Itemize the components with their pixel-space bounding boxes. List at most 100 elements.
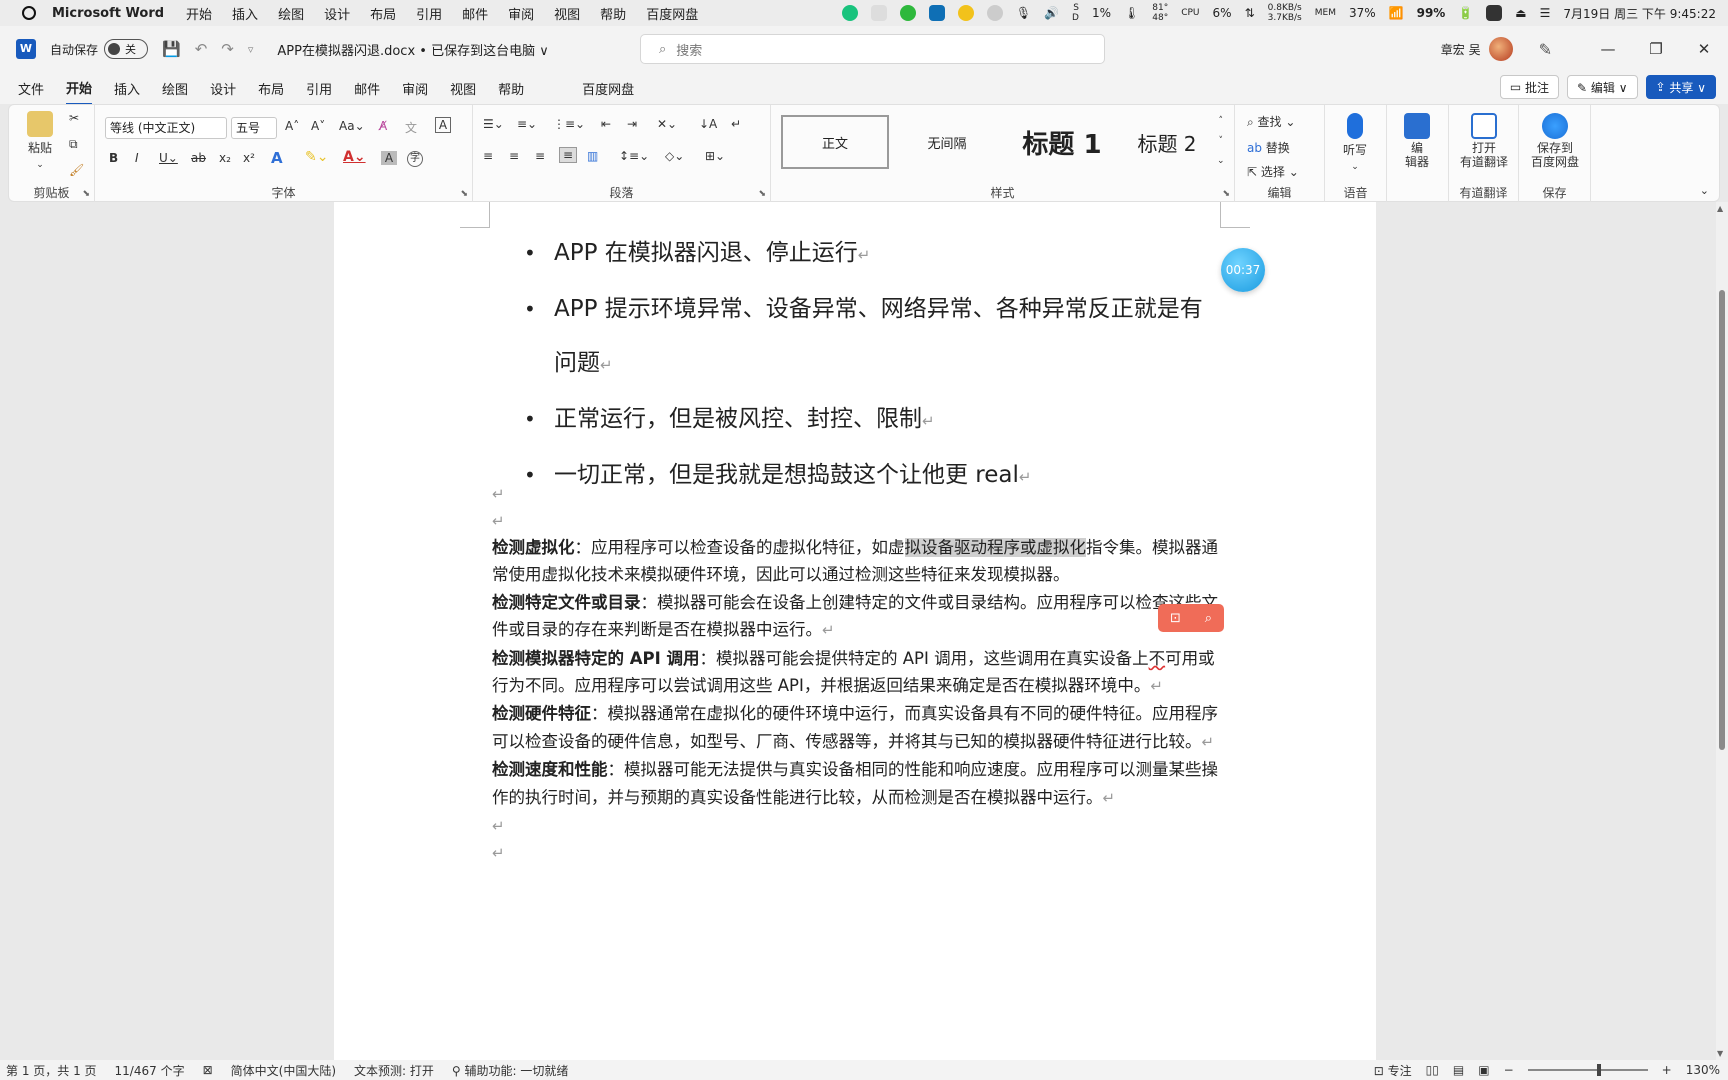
enclose-character-icon[interactable]: 字	[407, 151, 423, 167]
format-painter-icon[interactable]: 🖌	[69, 163, 84, 177]
autosave-toggle[interactable]: 关	[104, 39, 149, 59]
print-layout-icon[interactable]: ▤	[1453, 1063, 1464, 1077]
font-name-select[interactable]: 等线 (中文正文)	[105, 117, 227, 139]
text-prediction-status[interactable]: 文本预测: 打开	[354, 1062, 434, 1079]
apple-menu-icon[interactable]	[22, 6, 36, 20]
tab-baidu[interactable]: 百度网盘	[582, 73, 634, 104]
style-heading-1[interactable]: 标题 1	[1003, 115, 1121, 169]
minimize-button[interactable]: —	[1584, 40, 1632, 58]
baidu-save-button[interactable]: 保存到 百度网盘	[1521, 113, 1589, 169]
save-icon[interactable]: 💾	[162, 40, 181, 58]
list-item[interactable]: 正常运行，但是被风控、封控、限制↵	[524, 392, 1204, 448]
find-button[interactable]: ⌕ 查找 ⌄	[1247, 113, 1295, 130]
replace-button[interactable]: ab 替换	[1247, 139, 1290, 156]
spelling-error[interactable]: 不	[1149, 649, 1166, 668]
tab-design[interactable]: 设计	[210, 73, 236, 104]
superscript-icon[interactable]: x²	[243, 151, 255, 165]
scroll-down-icon[interactable]: ▼	[1717, 1049, 1723, 1058]
bold-icon[interactable]: B	[109, 151, 118, 165]
tab-insert[interactable]: 插入	[114, 73, 140, 104]
borders-icon[interactable]: ⊞⌄	[705, 149, 725, 163]
shrink-font-icon[interactable]: A˅	[311, 119, 325, 133]
text-effects-icon[interactable]: A	[271, 149, 283, 167]
scroll-up-icon[interactable]: ▲	[1717, 204, 1723, 213]
cut-icon[interactable]: ✂	[69, 111, 79, 125]
zoom-out-icon[interactable]: −	[1504, 1063, 1514, 1077]
qq-icon[interactable]	[957, 5, 974, 21]
edit-mode-button[interactable]: ✎ 编辑 ∨	[1567, 75, 1638, 99]
select-button[interactable]: ⇱ 选择 ⌄	[1247, 163, 1299, 180]
tab-draw[interactable]: 绘图	[162, 73, 188, 104]
tab-review[interactable]: 审阅	[402, 73, 428, 104]
list-item[interactable]: APP 在模拟器闪退、停止运行↵	[524, 226, 1204, 282]
close-button[interactable]: ✕	[1680, 40, 1728, 58]
tab-help[interactable]: 帮助	[498, 73, 524, 104]
paragraph-detect-files[interactable]: 检测特定文件或目录：模拟器可能会在设备上创建特定的文件或目录结构。应用程序可以检…	[492, 589, 1227, 645]
menu-item-draw[interactable]: 绘图	[278, 4, 304, 23]
collapse-ribbon-icon[interactable]: ⌄	[1700, 184, 1709, 197]
recording-timer[interactable]: 00:37	[1221, 248, 1265, 292]
timer-tray-icon[interactable]	[986, 5, 1003, 21]
list-item[interactable]: APP 提示环境异常、设备异常、网络异常、各种异常反正就是有问题↵	[524, 282, 1204, 392]
vertical-scrollbar[interactable]: ▲ ▼	[1716, 202, 1728, 1060]
zoom-slider[interactable]	[1527, 1064, 1648, 1076]
comment-button[interactable]: ▭ 批注	[1499, 75, 1560, 99]
style-heading-2[interactable]: 标题 2	[1123, 115, 1211, 169]
youdao-open-button[interactable]: 打开 有道翻译	[1453, 113, 1515, 169]
shading-icon[interactable]: ◇⌄	[665, 149, 684, 163]
paragraph-detect-api[interactable]: 检测模拟器特定的 API 调用：模拟器可能会提供特定的 API 调用，这些调用在…	[492, 645, 1227, 701]
tab-view[interactable]: 视图	[450, 73, 476, 104]
paragraph-launcher-icon[interactable]: ⬊	[758, 189, 766, 199]
search-input[interactable]: ⌕ 搜索	[640, 34, 1105, 64]
character-shading-icon[interactable]: A	[381, 151, 397, 165]
focus-mode-button[interactable]: ⊡ 专注	[1374, 1062, 1412, 1079]
asian-layout-icon[interactable]: ✕⌄	[657, 117, 677, 131]
app-n-icon[interactable]	[870, 5, 887, 21]
styles-launcher-icon[interactable]: ⬊	[1222, 189, 1230, 199]
line-spacing-icon[interactable]: ↕≡⌄	[619, 149, 649, 163]
web-layout-icon[interactable]: ▣	[1478, 1063, 1489, 1077]
proofing-icon[interactable]: ⊠	[203, 1063, 213, 1077]
sort-icon[interactable]: ↓A	[699, 117, 717, 131]
underline-icon[interactable]: U⌄	[159, 151, 178, 165]
sync-icon[interactable]	[899, 5, 916, 21]
clipboard-launcher-icon[interactable]: ⬊	[82, 189, 90, 199]
paragraph-detect-hardware[interactable]: 检测硬件特征：模拟器通常在虚拟化的硬件环境中运行，而真实设备具有不同的硬件特征。…	[492, 700, 1227, 756]
highlight-icon[interactable]: ✎⌄	[305, 149, 328, 165]
avatar[interactable]	[1488, 37, 1513, 61]
user-name[interactable]: 章宏 吴	[1441, 41, 1481, 58]
language-status[interactable]: 简体中文(中国大陆)	[231, 1062, 336, 1079]
font-size-select[interactable]: 五号	[231, 117, 277, 139]
numbering-icon[interactable]: ≡⌄	[517, 117, 537, 131]
grow-font-icon[interactable]: A˄	[285, 119, 299, 133]
menu-item-baidu[interactable]: 百度网盘	[646, 4, 698, 23]
menu-item-help[interactable]: 帮助	[600, 4, 626, 23]
app-menu[interactable]: Microsoft Word	[52, 6, 164, 21]
multilevel-list-icon[interactable]: ⋮≡⌄	[553, 117, 585, 131]
translate-popup-icon[interactable]: ⊡	[1170, 611, 1181, 626]
paste-button[interactable]: 粘贴 ⌄	[23, 111, 57, 170]
bullets-icon[interactable]: ☰⌄	[483, 117, 504, 131]
pen-icon[interactable]: ✎	[1539, 40, 1552, 59]
tab-references[interactable]: 引用	[306, 73, 332, 104]
align-center-icon[interactable]: ≡	[509, 149, 519, 163]
restore-button[interactable]: ❐	[1632, 40, 1680, 58]
menu-item-mailings[interactable]: 邮件	[462, 4, 488, 23]
style-no-spacing[interactable]: 无间隔	[893, 115, 1001, 169]
undo-icon[interactable]: ↶	[195, 40, 208, 58]
tab-layout[interactable]: 布局	[258, 73, 284, 104]
align-left-icon[interactable]: ≡	[483, 149, 493, 163]
redo-icon[interactable]: ↷	[221, 40, 234, 58]
scrollbar-thumb[interactable]	[1719, 290, 1725, 750]
clock[interactable]: 7月19日 周三 下午 9:45:22	[1563, 5, 1716, 22]
distributed-icon[interactable]: ▥	[587, 149, 598, 163]
copy-icon[interactable]: ⧉	[69, 137, 78, 152]
zoom-slider-thumb[interactable]	[1597, 1064, 1602, 1076]
character-border-icon[interactable]: A	[435, 117, 451, 133]
chatgpt-icon[interactable]	[841, 5, 858, 21]
dictate-button[interactable]: 听写 ⌄	[1335, 113, 1375, 172]
increase-indent-icon[interactable]: ⇥	[627, 117, 637, 131]
paragraph-detect-virtualization[interactable]: 检测虚拟化：应用程序可以检查设备的虚拟化特征，如虚拟设备驱动程序或虚拟化指令集。…	[492, 534, 1227, 589]
tab-file[interactable]: 文件	[18, 73, 44, 104]
accessibility-status[interactable]: ⚲ 辅助功能: 一切就绪	[452, 1062, 568, 1079]
